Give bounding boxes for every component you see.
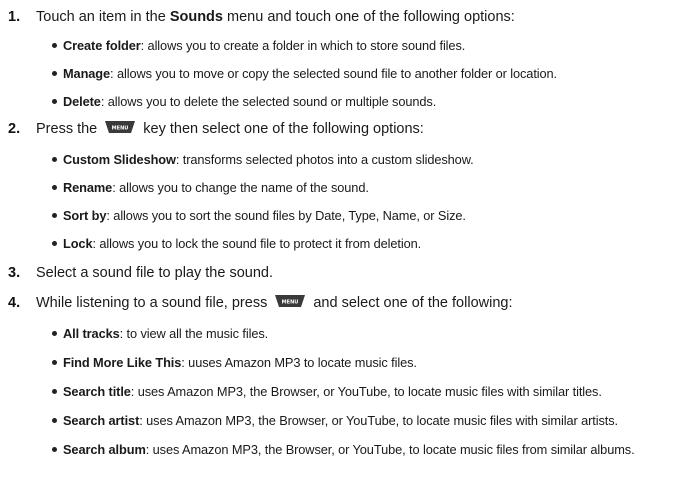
list-item: Rename: allows you to change the name of… (52, 180, 369, 196)
option-term: Search title (63, 384, 131, 399)
list-item: Create folder: allows you to create a fo… (52, 38, 465, 54)
list-item: Manage: allows you to move or copy the s… (52, 66, 557, 82)
list-item: Search artist: uses Amazon MP3, the Brow… (52, 413, 618, 429)
menu-key-label: MENU (112, 126, 129, 132)
bullet-icon (52, 241, 57, 247)
bullet-icon (52, 71, 57, 77)
step-text-pre: Touch an item in the (36, 9, 170, 25)
bullet-icon (52, 43, 57, 49)
step-text-post: key then select one of the following opt… (139, 121, 424, 137)
option-desc: : transforms selected photos into a cust… (175, 152, 474, 167)
step-text-post: and select one of the following: (309, 295, 513, 311)
step-number: 2. (8, 121, 21, 137)
option-term: Search album (63, 442, 146, 457)
option-desc: : allows you to change the name of the s… (112, 180, 369, 195)
menu-key-label: MENU (282, 300, 299, 306)
step-text: Select a sound file to play the sound. (36, 265, 273, 281)
option-desc: : uses Amazon MP3, the Browser, or YouTu… (139, 413, 618, 428)
option-term: Lock (63, 236, 93, 251)
list-item: All tracks: to view all the music files. (52, 326, 268, 342)
list-item: Find More Like This: uuses Amazon MP3 to… (52, 355, 417, 371)
option-desc: : allows you to sort the sound files by … (106, 208, 466, 223)
step-number: 3. (8, 265, 21, 281)
step-text: While listening to a sound file, press M… (36, 294, 512, 312)
menu-key-icon: MENU (105, 121, 136, 134)
option-term: Custom Slideshow (63, 152, 176, 167)
sounds-menu-label: Sounds (169, 9, 223, 25)
step-text: Touch an item in the Sounds menu and tou… (36, 8, 515, 26)
option-term: Delete (63, 94, 101, 109)
step-number: 4. (8, 295, 21, 311)
option-term: All tracks (63, 326, 120, 341)
option-desc: : uses Amazon MP3, the Browser, or YouTu… (130, 384, 602, 399)
bullet-icon (52, 213, 57, 219)
option-desc: : allows you to delete the selected soun… (100, 94, 437, 109)
option-term: Rename (63, 180, 113, 195)
option-desc: : to view all the music files. (119, 326, 269, 341)
option-term: Manage (63, 66, 111, 81)
bullet-icon (52, 418, 57, 424)
bullet-icon (52, 331, 57, 337)
option-desc: : allows you to move or copy the selecte… (110, 66, 558, 81)
option-term: Sort by (63, 208, 107, 223)
list-item: Lock: allows you to lock the sound file … (52, 236, 421, 252)
option-desc: : allows you to create a folder in which… (140, 38, 466, 53)
step-text: Press the MENU key then select one of th… (36, 120, 424, 138)
option-term: Create folder (63, 38, 141, 53)
option-desc: : uses Amazon MP3, the Browser, or YouTu… (145, 442, 635, 457)
step-number: 1. (8, 9, 21, 25)
list-item: Sort by: allows you to sort the sound fi… (52, 208, 466, 224)
bullet-icon (52, 99, 57, 105)
option-desc: : uuses Amazon MP3 to locate music files… (181, 355, 417, 370)
bullet-icon (52, 360, 57, 366)
bullet-icon (52, 389, 57, 395)
manual-page: 1. Touch an item in the Sounds menu and … (0, 0, 695, 486)
bullet-icon (52, 157, 57, 163)
list-item: Delete: allows you to delete the selecte… (52, 94, 436, 110)
step-text-pre: While listening to a sound file, press (36, 295, 272, 311)
option-term: Find More Like This (63, 355, 182, 370)
list-item: Custom Slideshow: transforms selected ph… (52, 152, 474, 168)
step-text-pre: Press the (36, 121, 102, 137)
list-item: Search title: uses Amazon MP3, the Brows… (52, 384, 602, 400)
option-desc: : allows you to lock the sound file to p… (92, 236, 422, 251)
list-item: Search album: uses Amazon MP3, the Brows… (52, 442, 635, 458)
menu-key-icon: MENU (275, 295, 306, 308)
option-term: Search artist (63, 413, 140, 428)
step-text-post: menu and touch one of the following opti… (222, 9, 515, 25)
bullet-icon (52, 447, 57, 453)
bullet-icon (52, 185, 57, 191)
